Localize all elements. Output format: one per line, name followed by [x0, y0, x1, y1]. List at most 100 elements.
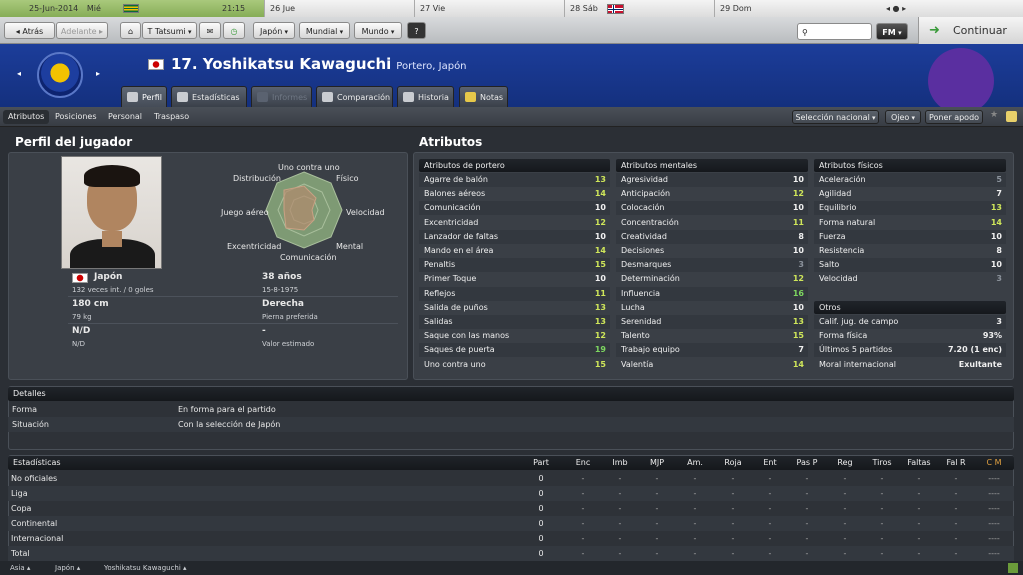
calendar-day-2[interactable]: 27 Vie — [415, 0, 565, 17]
attribute-row[interactable]: Determinación 12 — [616, 272, 808, 286]
help-button[interactable]: ? — [407, 22, 426, 39]
stats-column-header[interactable]: Imb — [602, 456, 638, 470]
stats-column-header[interactable]: Ent — [752, 456, 788, 470]
attribute-row[interactable]: Concentración 11 — [616, 216, 808, 230]
manager-dropdown[interactable]: T Tatsumi — [142, 22, 197, 39]
tab-estadisticas[interactable]: Estadísticas — [171, 86, 247, 107]
stats-row[interactable]: Liga 0- - - - - - - - - - - ---- — [8, 486, 1014, 501]
attribute-row[interactable]: Balones aéreos 14 — [419, 187, 610, 201]
tab-notas[interactable]: Notas — [459, 86, 508, 107]
stats-column-header[interactable]: Part — [523, 456, 559, 470]
nationality[interactable]: Japón — [94, 272, 122, 282]
attribute-row[interactable]: Excentricidad 12 — [419, 216, 610, 230]
tab-informes[interactable]: Informes — [251, 86, 312, 107]
stats-row[interactable]: Internacional 0- - - - - - - - - - - ---- — [8, 531, 1014, 546]
attribute-row[interactable]: Creatividad 8 — [616, 229, 808, 244]
tab-perfil[interactable]: Perfil — [121, 86, 167, 107]
breadcrumb-item[interactable]: Japón ▴ — [55, 561, 80, 575]
attribute-row[interactable]: Forma natural 14 — [814, 216, 1006, 230]
attribute-row[interactable]: Comunicación 10 — [419, 201, 610, 216]
search-input[interactable]: ⚲ — [797, 23, 872, 40]
attribute-row[interactable]: Velocidad 3 — [814, 272, 1006, 286]
attribute-row[interactable]: Últimos 5 partidos 7.20 (1 enc) — [814, 343, 1006, 358]
subtab-posiciones[interactable]: Posiciones — [50, 110, 102, 124]
back-button[interactable]: ◂ Atrás — [4, 22, 55, 39]
attribute-row[interactable]: Equilibrio 13 — [814, 201, 1006, 216]
forward-button[interactable]: Adelante ▸ — [56, 22, 108, 39]
stats-column-header[interactable]: Fal R — [938, 456, 974, 470]
calendar-today[interactable]: 25-Jun-2014 Mié 21:15 — [0, 0, 265, 17]
stats-column-header[interactable]: Reg — [827, 456, 863, 470]
clock-button[interactable]: ◷ — [223, 22, 245, 39]
stats-column-header[interactable]: Am. — [677, 456, 713, 470]
stats-row[interactable]: Continental 0- - - - - - - - - - - ---- — [8, 516, 1014, 531]
subtab-traspaso[interactable]: Traspaso — [149, 110, 194, 124]
inbox-button[interactable]: ✉ — [199, 22, 221, 39]
attribute-row[interactable]: Influencia 16 — [616, 286, 808, 301]
attribute-row[interactable]: Salidas 13 — [419, 315, 610, 329]
stats-column-header[interactable]: C M — [976, 456, 1012, 470]
calendar-day-3[interactable]: 28 Sáb — [565, 0, 715, 17]
attribute-row[interactable]: Saque con las manos 12 — [419, 329, 610, 343]
attribute-row[interactable]: Fuerza 10 — [814, 229, 1006, 244]
scout-dropdown[interactable]: Ojeo — [885, 110, 921, 124]
attribute-row[interactable]: Moral internacional Exultante — [814, 358, 1006, 372]
calendar-nav-icon[interactable]: ◂ ● ▸ — [886, 0, 906, 17]
attribute-row[interactable]: Mando en el área 14 — [419, 244, 610, 258]
stats-column-header[interactable]: MJP — [639, 456, 675, 470]
attribute-row[interactable]: Desmarques 3 — [616, 258, 808, 273]
notes-icon[interactable] — [1006, 111, 1017, 122]
attribute-row[interactable]: Agarre de balón 13 — [419, 173, 610, 187]
attribute-row[interactable]: Lanzador de faltas 10 — [419, 229, 610, 244]
attribute-row[interactable]: Aceleración 5 — [814, 173, 1006, 187]
national-selection-dropdown[interactable]: Selección nacional — [792, 110, 879, 124]
attribute-row[interactable]: Primer Toque 10 — [419, 272, 610, 286]
attribute-row[interactable]: Forma física 93% — [814, 329, 1006, 343]
team-dropdown[interactable]: Japón — [253, 22, 295, 39]
stats-column-header[interactable]: Pas P — [789, 456, 825, 470]
nickname-button[interactable]: Poner apodo — [925, 110, 983, 124]
fm-menu-button[interactable]: FM — [876, 23, 908, 40]
attribute-row[interactable]: Saques de puerta 19 — [419, 343, 610, 358]
continue-button[interactable]: ➜ Continuar — [918, 17, 1023, 44]
attribute-row[interactable]: Colocación 10 — [616, 201, 808, 216]
attribute-row[interactable]: Valentía 14 — [616, 358, 808, 372]
attribute-row[interactable]: Resistencia 8 — [814, 244, 1006, 258]
stats-row[interactable]: Total 0- - - - - - - - - - - ---- — [8, 546, 1014, 561]
attribute-row[interactable]: Agilidad 7 — [814, 187, 1006, 201]
player-title: 17. Yoshikatsu Kawaguchi Portero, Japón — [148, 55, 467, 73]
attribute-row[interactable]: Decisiones 10 — [616, 244, 808, 258]
region-dropdown[interactable]: Mundo — [354, 22, 402, 39]
competition-dropdown[interactable]: Mundial — [299, 22, 350, 39]
attribute-row[interactable]: Talento 15 — [616, 329, 808, 343]
subtab-personal[interactable]: Personal — [103, 110, 147, 124]
calendar-day-1[interactable]: 26 Jue — [265, 0, 415, 17]
star-icon[interactable]: ★ — [990, 110, 998, 120]
stats-column-header[interactable]: Enc — [565, 456, 601, 470]
subtab-atributos[interactable]: Atributos — [3, 110, 50, 124]
attribute-row[interactable]: Anticipación 12 — [616, 187, 808, 201]
stats-column-header[interactable]: Roja — [715, 456, 751, 470]
home-button[interactable]: ⌂ — [120, 22, 141, 39]
attribute-row[interactable]: Penaltis 15 — [419, 258, 610, 273]
attribute-row[interactable]: Reflejos 11 — [419, 286, 610, 301]
breadcrumb-item[interactable]: Yoshikatsu Kawaguchi ▴ — [104, 561, 187, 575]
stats-column-header[interactable]: Tiros — [864, 456, 900, 470]
attribute-row[interactable]: Calif. jug. de campo 3 — [814, 315, 1006, 329]
stats-row[interactable]: No oficiales 0- - - - - - - - - - - ---- — [8, 471, 1014, 486]
breadcrumb-item[interactable]: Asia ▴ — [10, 561, 30, 575]
attribute-row[interactable]: Lucha 10 — [616, 301, 808, 315]
stats-row[interactable]: Copa 0- - - - - - - - - - - ---- — [8, 501, 1014, 516]
tab-comparacion[interactable]: Comparación — [316, 86, 393, 107]
attribute-row[interactable]: Uno contra uno 15 — [419, 358, 610, 372]
attribute-row[interactable]: Salto 10 — [814, 258, 1006, 273]
next-arrow-icon[interactable]: ▸ — [96, 69, 100, 78]
calendar-day-4[interactable]: 29 Dom ◂ ● ▸ — [715, 0, 923, 17]
attribute-row[interactable]: Salida de puños 13 — [419, 301, 610, 315]
attribute-row[interactable]: Trabajo equipo 7 — [616, 343, 808, 358]
attribute-row[interactable]: Agresividad 10 — [616, 173, 808, 187]
attribute-row[interactable]: Serenidad 13 — [616, 315, 808, 329]
tab-historia[interactable]: Historia — [397, 86, 454, 107]
prev-arrow-icon[interactable]: ◂ — [17, 69, 21, 78]
stats-column-header[interactable]: Faltas — [901, 456, 937, 470]
